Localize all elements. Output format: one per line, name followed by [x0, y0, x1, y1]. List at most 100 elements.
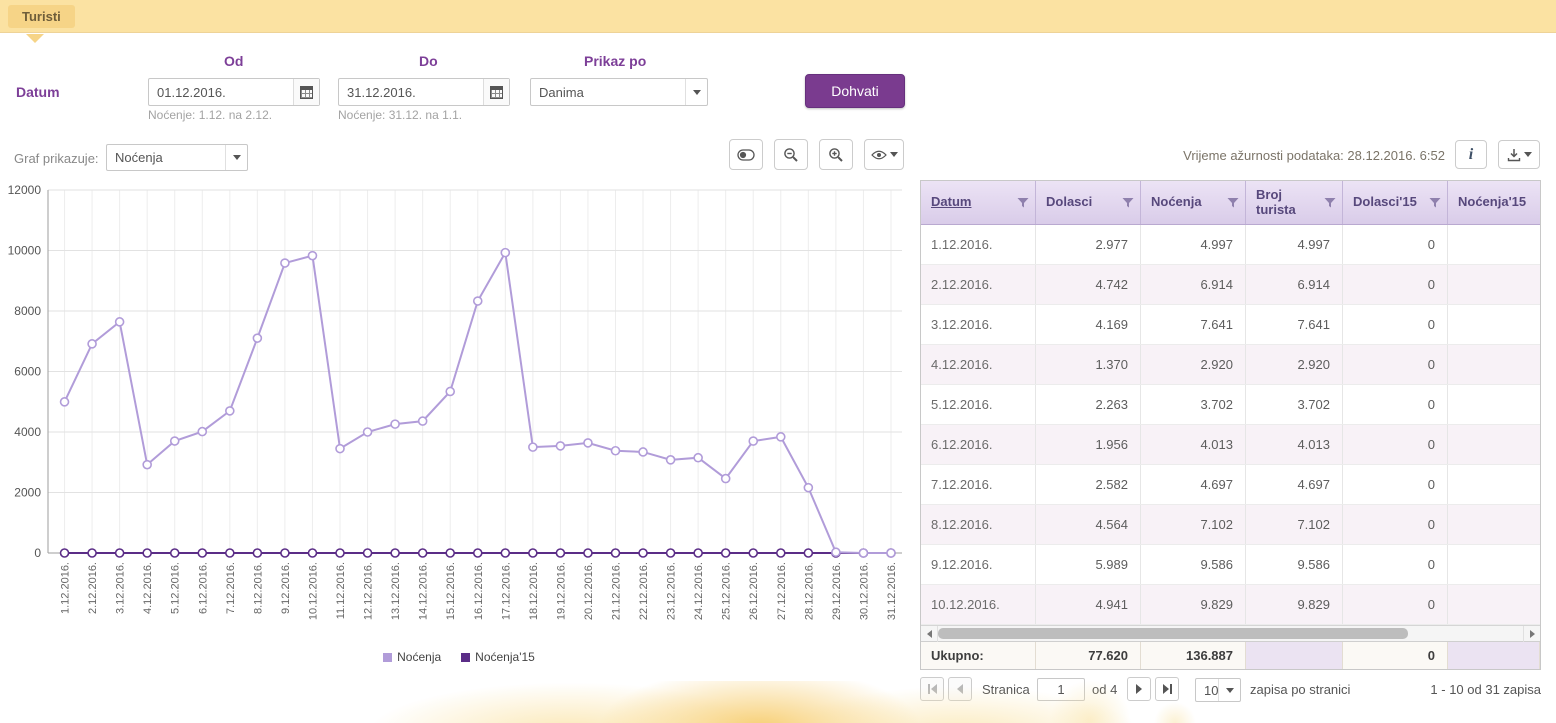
svg-text:4.12.2016.: 4.12.2016. — [142, 562, 154, 614]
totals-row: Ukupno: 77.620 136.887 0 — [921, 641, 1540, 669]
cell-nocenja: 4.697 — [1141, 465, 1246, 504]
prikaz-po-select[interactable]: Danima — [530, 78, 708, 106]
prikaz-po-label: Prikaz po — [584, 53, 646, 69]
zoom-in-button[interactable] — [819, 139, 853, 170]
table-row[interactable]: 7.12.2016. 2.582 4.697 4.697 0 — [921, 465, 1540, 505]
page-size-select[interactable]: 10 — [1195, 678, 1241, 702]
cell-nocenja15 — [1448, 345, 1540, 384]
previous-page-button[interactable] — [948, 677, 972, 701]
records-range-label: 1 - 10 od 31 zapisa — [1430, 682, 1541, 697]
cell-dolasci15: 0 — [1343, 225, 1448, 264]
column-header-datum[interactable]: Datum — [921, 181, 1036, 224]
next-page-button[interactable] — [1127, 677, 1151, 701]
top-tab-bar — [0, 0, 1556, 33]
dohvati-button[interactable]: Dohvati — [805, 74, 905, 108]
filter-icon[interactable] — [1227, 197, 1239, 209]
svg-text:12000: 12000 — [8, 183, 42, 197]
graf-prikazuje-label: Graf prikazuje: — [14, 151, 99, 166]
filter-icon[interactable] — [1324, 197, 1336, 209]
column-header-nocenja[interactable]: Noćenja — [1141, 181, 1246, 224]
scroll-left-button[interactable] — [921, 626, 938, 642]
cell-broj-turista: 3.702 — [1246, 385, 1343, 424]
cell-dolasci15: 0 — [1343, 345, 1448, 384]
cell-datum: 10.12.2016. — [921, 585, 1036, 624]
toggle-series-button[interactable] — [729, 139, 763, 170]
svg-text:6000: 6000 — [14, 365, 41, 379]
svg-text:21.12.2016.: 21.12.2016. — [610, 562, 622, 620]
cell-nocenja: 9.586 — [1141, 545, 1246, 584]
cell-nocenja15 — [1448, 225, 1540, 264]
svg-text:8000: 8000 — [14, 304, 41, 318]
legend-item[interactable]: Noćenja — [383, 650, 441, 664]
cell-dolasci: 2.582 — [1036, 465, 1141, 504]
legend-item[interactable]: Noćenja'15 — [461, 650, 535, 664]
column-header-broj-turista[interactable]: Broj turista — [1246, 181, 1343, 224]
table-row[interactable]: 1.12.2016. 2.977 4.997 4.997 0 — [921, 225, 1540, 265]
horizontal-scrollbar[interactable] — [921, 625, 1540, 641]
table-row[interactable]: 9.12.2016. 5.989 9.586 9.586 0 — [921, 545, 1540, 585]
filter-icon[interactable] — [1122, 197, 1134, 209]
scrollbar-thumb[interactable] — [938, 628, 1408, 639]
column-header-dolasci[interactable]: Dolasci — [1036, 181, 1141, 224]
cell-broj-turista: 9.829 — [1246, 585, 1343, 624]
page-number-input[interactable] — [1037, 678, 1085, 701]
first-page-button[interactable] — [920, 677, 944, 701]
legend-label: Noćenja — [397, 650, 441, 664]
download-icon — [1507, 148, 1521, 162]
svg-text:24.12.2016.: 24.12.2016. — [693, 562, 705, 620]
calendar-button-from[interactable] — [293, 79, 319, 105]
line-chart[interactable]: 1.12.2016.2.12.2016.3.12.2016.4.12.2016.… — [4, 180, 914, 645]
scroll-right-button[interactable] — [1523, 626, 1540, 642]
svg-text:13.12.2016.: 13.12.2016. — [390, 562, 402, 620]
cell-broj-turista: 6.914 — [1246, 265, 1343, 304]
date-to-input[interactable] — [339, 79, 483, 105]
cell-datum: 7.12.2016. — [921, 465, 1036, 504]
scrollbar-track[interactable] — [938, 626, 1523, 642]
table-row[interactable]: 2.12.2016. 4.742 6.914 6.914 0 — [921, 265, 1540, 305]
info-button[interactable]: i — [1455, 140, 1487, 169]
cell-datum: 5.12.2016. — [921, 385, 1036, 424]
last-page-button[interactable] — [1155, 677, 1179, 701]
graf-prikazuje-select[interactable]: Noćenja — [106, 144, 248, 171]
table-row[interactable]: 8.12.2016. 4.564 7.102 7.102 0 — [921, 505, 1540, 545]
table-row[interactable]: 5.12.2016. 2.263 3.702 3.702 0 — [921, 385, 1540, 425]
date-from-input[interactable] — [149, 79, 293, 105]
table-row[interactable]: 6.12.2016. 1.956 4.013 4.013 0 — [921, 425, 1540, 465]
filter-icon[interactable] — [1017, 197, 1029, 209]
cell-broj-turista: 7.102 — [1246, 505, 1343, 544]
chevron-down-icon[interactable] — [225, 145, 247, 170]
zoom-out-button[interactable] — [774, 139, 808, 170]
od-label: Od — [224, 53, 243, 69]
table-row[interactable]: 4.12.2016. 1.370 2.920 2.920 0 — [921, 345, 1540, 385]
cell-broj-turista: 4.013 — [1246, 425, 1343, 464]
page: Turisti Od Do Prikaz po Datum Danima Doh… — [0, 0, 1556, 723]
calendar-button-to[interactable] — [483, 79, 509, 105]
cell-nocenja15 — [1448, 545, 1540, 584]
chevron-down-icon[interactable] — [685, 79, 707, 105]
column-label: Datum — [931, 195, 971, 210]
cell-datum: 3.12.2016. — [921, 305, 1036, 344]
cell-nocenja: 7.641 — [1141, 305, 1246, 344]
export-button[interactable] — [1498, 140, 1540, 169]
svg-text:27.12.2016.: 27.12.2016. — [776, 562, 788, 620]
chevron-down-icon[interactable] — [1218, 679, 1240, 701]
cell-dolasci15: 0 — [1343, 425, 1448, 464]
stranica-label: Stranica — [982, 682, 1030, 697]
visibility-menu-button[interactable] — [864, 139, 904, 170]
column-header-nocenja15[interactable]: Noćenja'15 — [1448, 181, 1540, 224]
cell-dolasci: 4.941 — [1036, 585, 1141, 624]
cell-broj-turista: 4.697 — [1246, 465, 1343, 504]
cell-datum: 1.12.2016. — [921, 225, 1036, 264]
filter-icon[interactable] — [1429, 197, 1441, 209]
tab-turisti[interactable]: Turisti — [8, 5, 75, 28]
column-header-dolasci15[interactable]: Dolasci'15 — [1343, 181, 1448, 224]
svg-text:22.12.2016.: 22.12.2016. — [638, 562, 650, 620]
cell-dolasci: 2.263 — [1036, 385, 1141, 424]
info-icon: i — [1469, 146, 1473, 164]
table-row[interactable]: 10.12.2016. 4.941 9.829 9.829 0 — [921, 585, 1540, 625]
od-hint: Noćenje: 1.12. na 2.12. — [148, 108, 272, 122]
table-row[interactable]: 3.12.2016. 4.169 7.641 7.641 0 — [921, 305, 1540, 345]
cell-nocenja: 6.914 — [1141, 265, 1246, 304]
svg-text:10000: 10000 — [8, 244, 42, 258]
svg-text:15.12.2016.: 15.12.2016. — [445, 562, 457, 620]
